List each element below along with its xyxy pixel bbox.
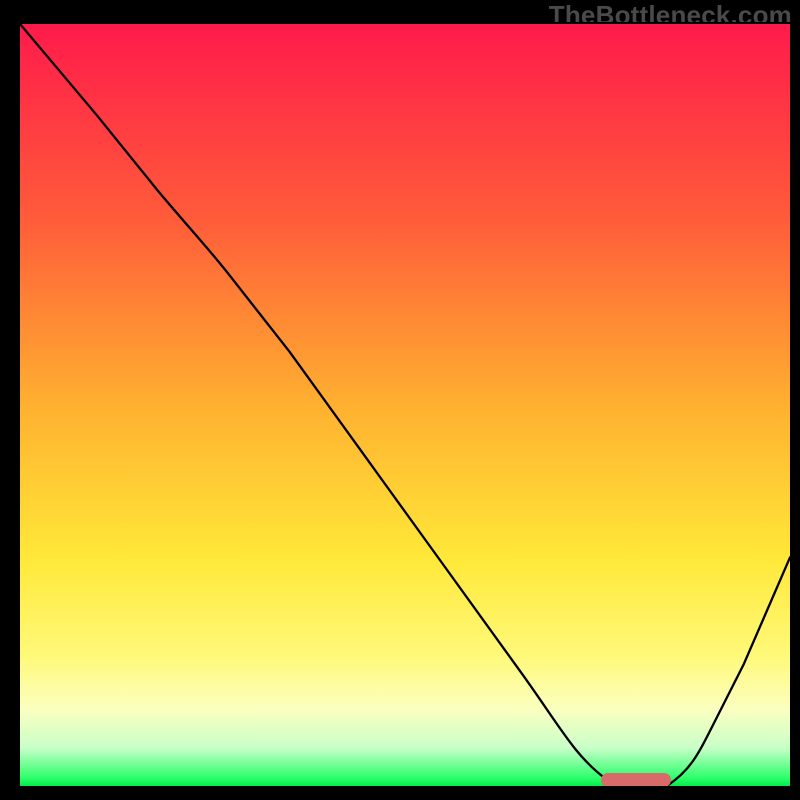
plot-area: [18, 22, 792, 788]
chart-frame: TheBottleneck.com: [0, 0, 800, 800]
optimal-marker: [601, 773, 670, 787]
bottleneck-curve: [20, 24, 790, 786]
curve-path: [20, 24, 790, 786]
